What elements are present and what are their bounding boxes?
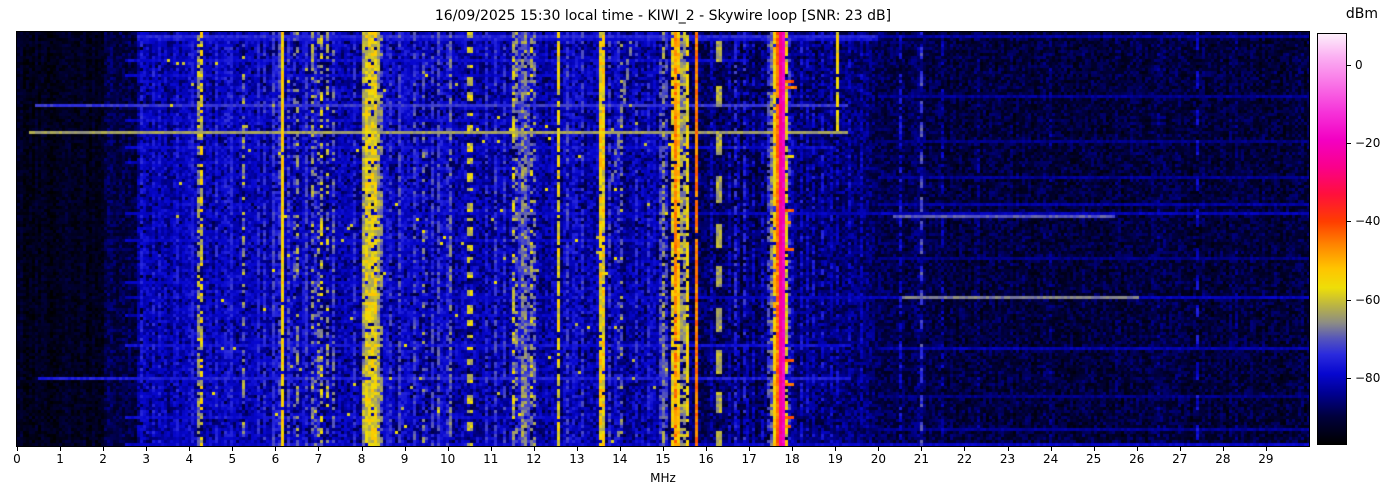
x-tick bbox=[1265, 447, 1267, 451]
colorbar-gradient bbox=[1317, 33, 1347, 445]
x-tick-label: 2 bbox=[99, 452, 107, 466]
x-tick-label: 24 bbox=[1042, 452, 1059, 466]
x-tick-label: 12 bbox=[526, 452, 542, 466]
x-tick-label: 1 bbox=[56, 452, 64, 466]
x-axis-label: MHz bbox=[650, 471, 676, 485]
x-tick-label: 14 bbox=[612, 452, 628, 466]
x-tick bbox=[404, 447, 406, 451]
plot-title: 16/09/2025 15:30 local time - KIWI_2 - S… bbox=[434, 8, 892, 24]
x-tick-label: 25 bbox=[1086, 452, 1102, 466]
x-tick-label: 20 bbox=[870, 452, 886, 466]
x-tick-label: 13 bbox=[569, 452, 585, 466]
waterfall-canvas bbox=[16, 31, 1310, 447]
x-tick-label: 26 bbox=[1129, 452, 1145, 466]
x-tick bbox=[964, 447, 966, 451]
x-tick-label: 7 bbox=[314, 452, 323, 466]
x-tick-label: 17 bbox=[741, 452, 757, 466]
x-tick bbox=[275, 447, 277, 451]
colorbar-tick-label: 0 bbox=[1355, 58, 1363, 73]
x-tick bbox=[835, 447, 837, 451]
colorbar-tick bbox=[1347, 65, 1351, 67]
x-tick-label: 3 bbox=[142, 452, 151, 466]
x-tick-label: 18 bbox=[784, 452, 800, 466]
x-tick bbox=[878, 447, 880, 451]
x-tick-label: 0 bbox=[13, 452, 21, 466]
x-tick bbox=[1093, 447, 1095, 451]
x-tick-label: 8 bbox=[357, 452, 366, 466]
x-tick bbox=[1179, 447, 1181, 451]
x-tick bbox=[619, 447, 621, 451]
x-tick bbox=[318, 447, 320, 451]
x-tick-label: 21 bbox=[913, 452, 930, 466]
colorbar-unit-label: dBm bbox=[1345, 6, 1379, 22]
x-tick bbox=[749, 447, 751, 451]
colorbar-tick-label: −40 bbox=[1355, 214, 1381, 229]
x-tick-label: 4 bbox=[185, 452, 194, 466]
x-tick bbox=[706, 447, 708, 451]
x-tick bbox=[232, 447, 234, 451]
colorbar-tick bbox=[1347, 377, 1351, 379]
x-tick-label: 23 bbox=[999, 452, 1016, 466]
x-tick-label: 29 bbox=[1258, 452, 1274, 466]
x-tick-label: 16 bbox=[698, 452, 714, 466]
x-tick bbox=[490, 447, 492, 451]
x-tick bbox=[60, 447, 62, 451]
x-tick bbox=[146, 447, 148, 451]
x-tick bbox=[1136, 447, 1138, 451]
x-tick bbox=[1007, 447, 1009, 451]
colorbar-tick bbox=[1347, 299, 1351, 301]
x-tick-label: 6 bbox=[271, 452, 280, 466]
x-tick bbox=[447, 447, 449, 451]
x-tick bbox=[576, 447, 578, 451]
x-tick bbox=[921, 447, 923, 451]
colorbar-tick-label: −80 bbox=[1355, 370, 1381, 385]
x-tick bbox=[1222, 447, 1224, 451]
x-tick bbox=[533, 447, 535, 451]
x-tick-label: 11 bbox=[483, 452, 499, 466]
x-tick bbox=[663, 447, 664, 451]
x-tick bbox=[792, 447, 794, 451]
x-tick bbox=[189, 447, 191, 451]
x-tick-label: 9 bbox=[400, 452, 409, 466]
x-tick-label: 5 bbox=[228, 452, 237, 466]
spectrogram-page: 16/09/2025 15:30 local time - KIWI_2 - S… bbox=[0, 0, 1400, 500]
colorbar-tick-label: −20 bbox=[1355, 136, 1381, 151]
x-tick-label: 19 bbox=[827, 452, 843, 466]
x-tick-label: 10 bbox=[440, 452, 456, 466]
x-tick bbox=[103, 447, 105, 451]
colorbar-tick bbox=[1347, 221, 1351, 223]
x-tick bbox=[1050, 447, 1052, 451]
x-tick-label: 27 bbox=[1172, 452, 1188, 466]
x-tick bbox=[17, 447, 18, 451]
x-tick-label: 28 bbox=[1215, 452, 1231, 466]
x-tick-label: 15 bbox=[655, 452, 671, 466]
colorbar-tick bbox=[1347, 143, 1351, 145]
x-tick bbox=[361, 447, 363, 451]
colorbar-tick-label: −60 bbox=[1355, 292, 1381, 307]
x-tick-label: 22 bbox=[956, 452, 973, 466]
